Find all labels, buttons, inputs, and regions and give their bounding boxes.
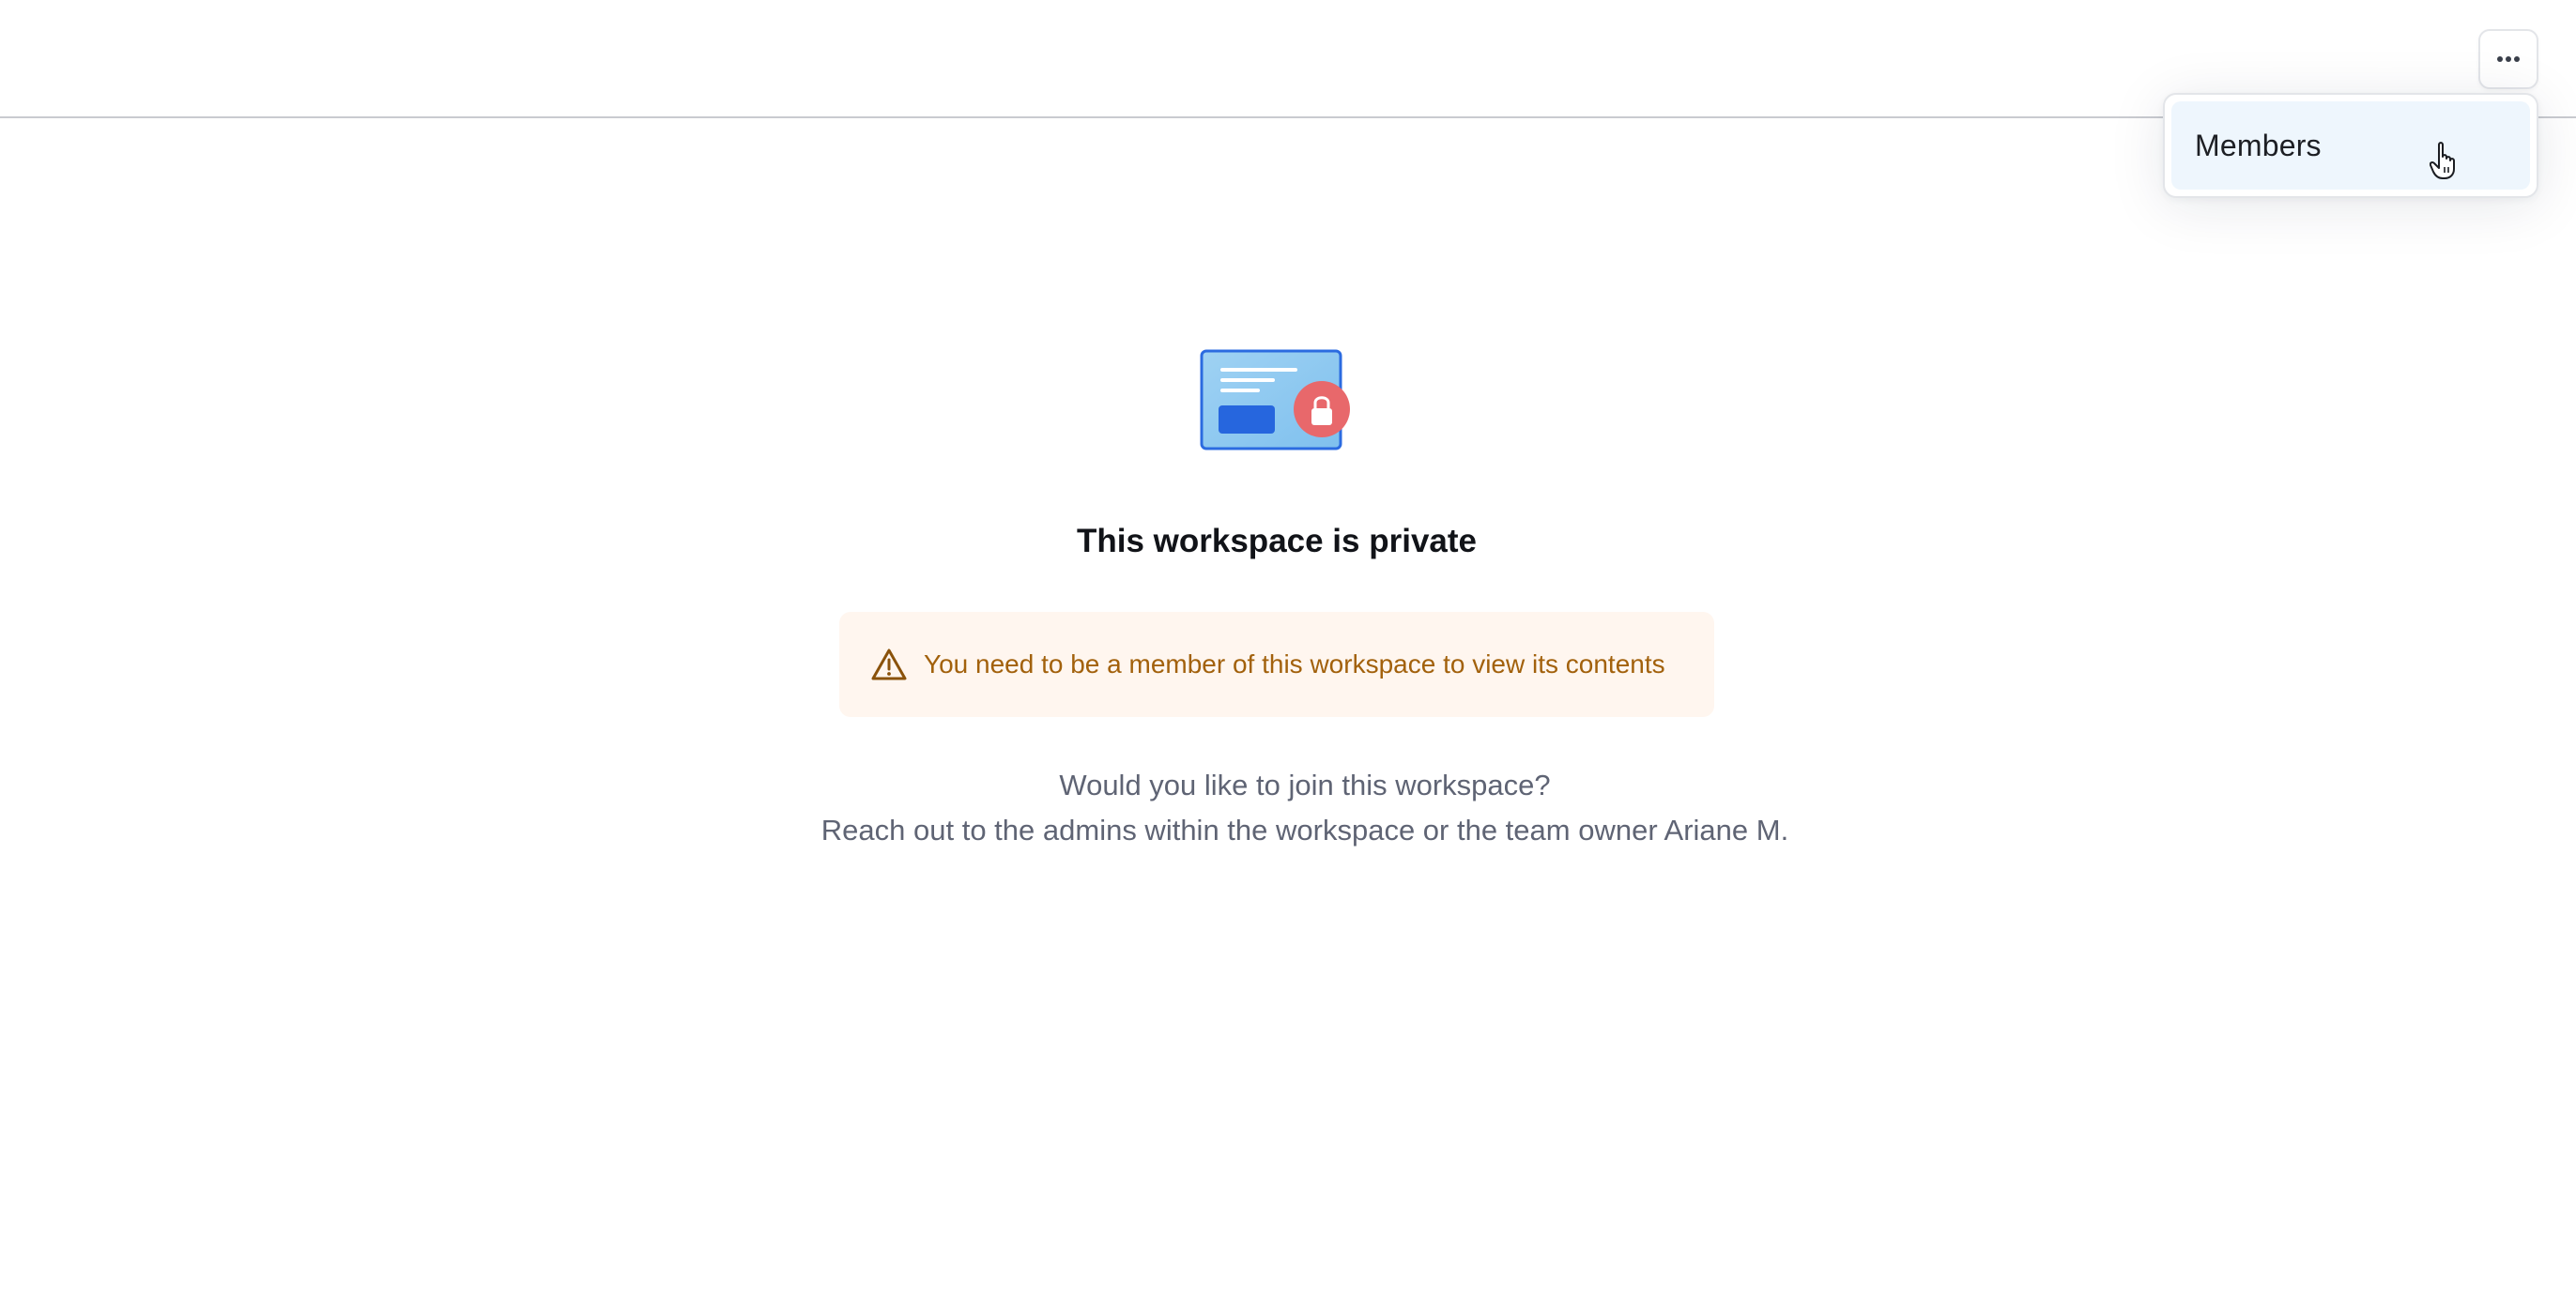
hand-pointer-cursor-icon <box>2430 142 2455 179</box>
page-title: This workspace is private <box>1076 523 1477 559</box>
join-question: Would you like to join this workspace? <box>1059 769 1551 801</box>
more-options-button[interactable] <box>2478 29 2538 89</box>
menu-item-label: Members <box>2195 128 2322 162</box>
warning-text: You need to be a member of this workspac… <box>924 649 1665 679</box>
menu-item-members[interactable]: Members <box>2171 101 2530 190</box>
contact-admins-text: Reach out to the admins within the works… <box>820 814 1789 847</box>
page: Members This workspace is private You ne… <box>0 0 2576 1297</box>
membership-warning-banner: You need to be a member of this workspac… <box>839 612 1714 717</box>
join-info: Would you like to join this workspace? R… <box>0 763 2576 853</box>
warning-triangle-icon <box>871 648 907 680</box>
options-dropdown-menu: Members <box>2163 93 2538 198</box>
locked-workspace-illustration <box>1200 349 1350 450</box>
more-horizontal-icon <box>2497 56 2520 62</box>
